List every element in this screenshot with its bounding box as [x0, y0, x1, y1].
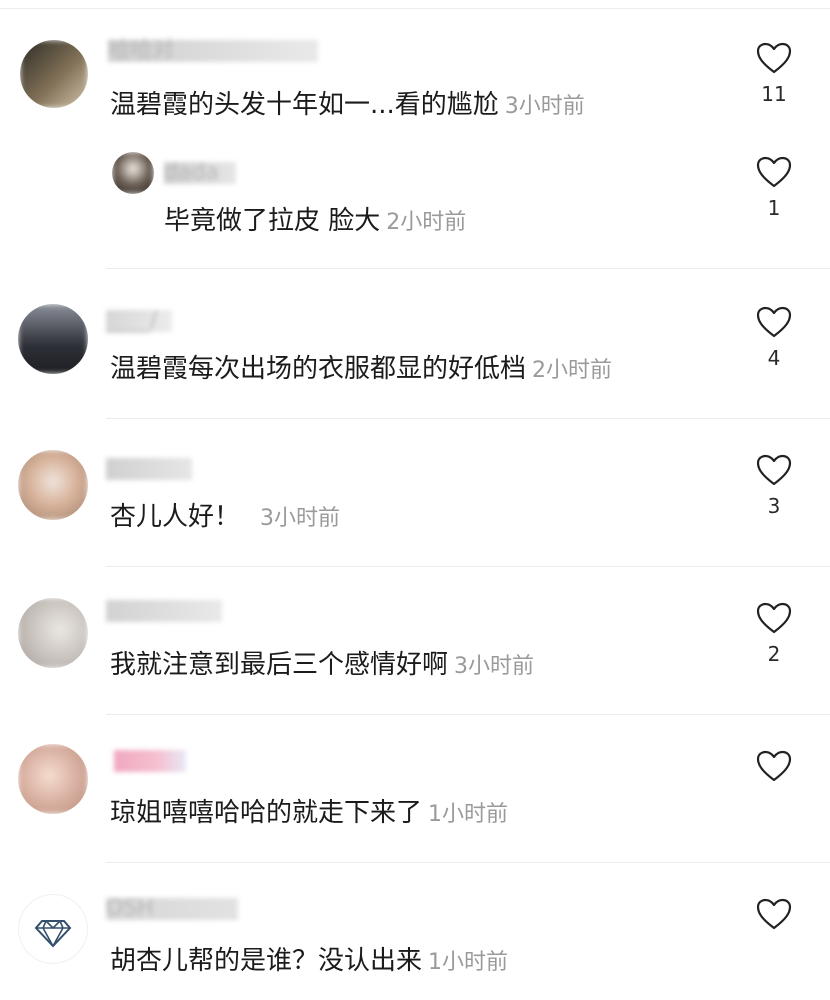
reply-time: 2小时前: [386, 210, 467, 235]
divider: [106, 418, 830, 419]
comment-body: 我就注意到最后三个感情好啊: [110, 650, 449, 680]
reply-like-button[interactable]: 1: [754, 156, 794, 220]
heart-icon: [756, 454, 792, 486]
comment-body: 温碧霞的头发十年如一...看的尴尬: [110, 90, 499, 120]
avatar[interactable]: [18, 894, 88, 964]
comment-text: 琼姐嘻嘻哈哈的就走下来了 1小时前: [110, 796, 508, 832]
username[interactable]: 哈哈对: [108, 40, 318, 62]
like-count: 3: [767, 494, 781, 518]
like-button[interactable]: 11: [754, 42, 794, 106]
reply-username[interactable]: dada: [164, 162, 236, 184]
username[interactable]: ____/: [106, 310, 172, 332]
comment-time: 1小时前: [428, 802, 509, 827]
comment-time: 3小时前: [454, 654, 535, 679]
comment-text: 温碧霞的头发十年如一...看的尴尬 3小时前: [110, 88, 585, 124]
comment-text: 温碧霞每次出场的衣服都显的好低档 2小时前: [110, 352, 612, 388]
comment-text: 杏儿人好！ 3小时前: [110, 500, 340, 536]
comment-time: 2小时前: [532, 358, 613, 383]
like-button[interactable]: [754, 898, 794, 930]
comment-time: 3小时前: [260, 506, 341, 531]
heart-icon: [756, 898, 792, 930]
username[interactable]: [106, 458, 192, 480]
comment-body: 温碧霞每次出场的衣服都显的好低档: [110, 354, 527, 384]
like-count: 1: [767, 196, 781, 220]
diamond-icon: [34, 920, 72, 948]
comment-time: 3小时前: [504, 94, 585, 119]
like-button[interactable]: 3: [754, 454, 794, 518]
comment-text: 胡杏儿帮的是谁？没认出来 1小时前: [110, 944, 508, 980]
heart-icon: [756, 156, 792, 188]
heart-icon: [756, 306, 792, 338]
like-button[interactable]: 2: [754, 602, 794, 666]
divider: [106, 268, 830, 269]
reply-avatar[interactable]: [112, 152, 154, 194]
like-count: 11: [761, 82, 787, 106]
username[interactable]: OSH: [106, 898, 238, 920]
reply-body: 毕竟做了拉皮 脸大: [164, 206, 381, 236]
comment-body: 琼姐嘻嘻哈哈的就走下来了: [110, 798, 423, 828]
avatar[interactable]: [18, 744, 88, 814]
username[interactable]: [106, 600, 222, 622]
heart-icon: [756, 42, 792, 74]
divider: [106, 714, 830, 715]
divider: [106, 566, 830, 567]
like-button[interactable]: 4: [754, 306, 794, 370]
comment-text: 我就注意到最后三个感情好啊 3小时前: [110, 648, 534, 684]
reply-text: 毕竟做了拉皮 脸大 2小时前: [164, 204, 466, 240]
divider: [106, 862, 830, 863]
like-count: 2: [767, 642, 781, 666]
comment-body: 胡杏儿帮的是谁？没认出来: [110, 946, 423, 976]
avatar[interactable]: [20, 40, 88, 108]
comment-body: 杏儿人好！: [110, 502, 241, 532]
avatar[interactable]: [18, 450, 88, 520]
like-count: 4: [767, 346, 781, 370]
heart-icon: [756, 750, 792, 782]
avatar[interactable]: [18, 304, 88, 374]
comment-time: 1小时前: [428, 950, 509, 975]
username[interactable]: [114, 750, 186, 772]
avatar[interactable]: [18, 598, 88, 668]
top-divider: [0, 8, 830, 9]
like-button[interactable]: [754, 750, 794, 782]
heart-icon: [756, 602, 792, 634]
